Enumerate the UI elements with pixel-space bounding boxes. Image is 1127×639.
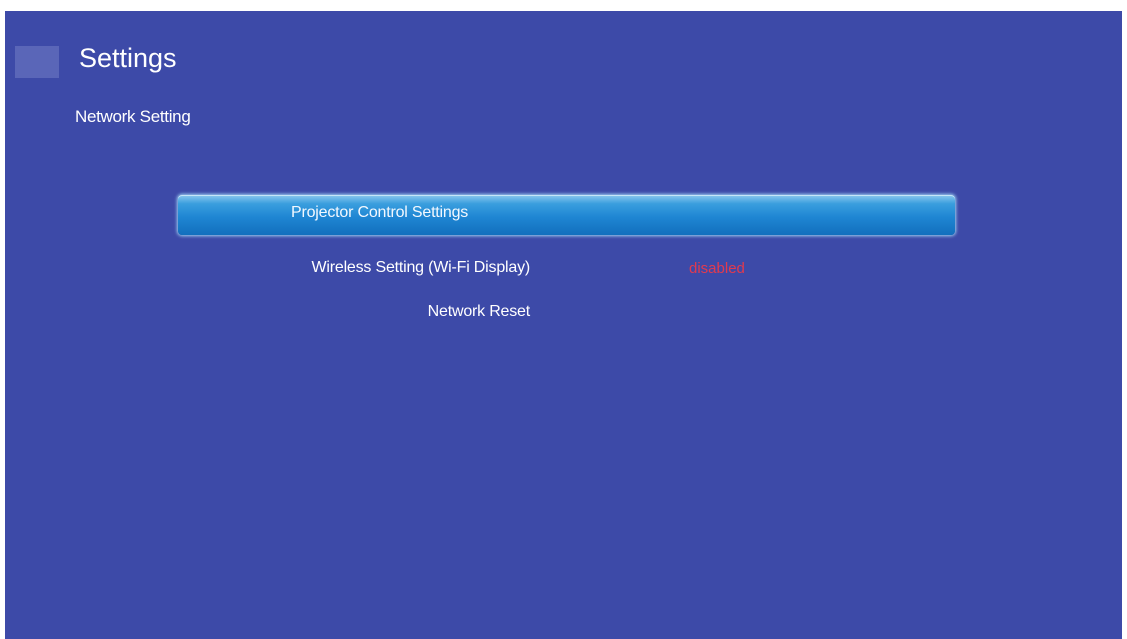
menu-item-label: Network Reset [427, 303, 531, 320]
page-title: Settings [79, 43, 177, 73]
menu-item-projector-control-settings[interactable]: Projector Control Settings [178, 195, 955, 235]
wireless-status-value: disabled [689, 260, 745, 277]
menu-item-wireless-setting[interactable]: Wireless Setting (Wi-Fi Display) [205, 259, 530, 277]
settings-app-icon [15, 46, 59, 78]
menu-item-label: Projector Control Settings [291, 204, 469, 221]
section-subtitle: Network Setting [75, 107, 191, 126]
settings-screen: Settings Network Setting Projector Contr… [5, 11, 1122, 639]
menu-item-network-reset[interactable]: Network Reset [205, 303, 531, 321]
menu-item-label: Wireless Setting (Wi-Fi Display) [311, 259, 530, 276]
